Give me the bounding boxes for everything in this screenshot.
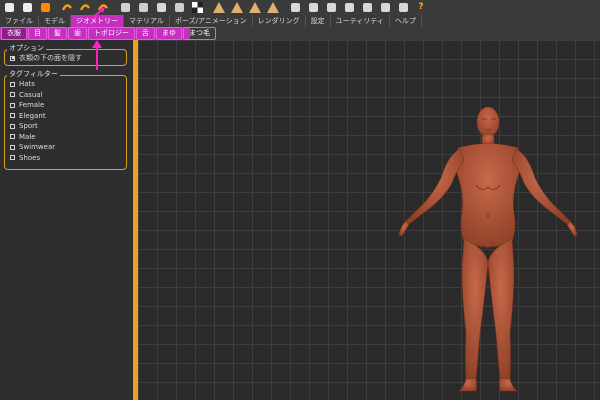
options-group: オプション 衣類の下の面を隠す	[4, 44, 127, 66]
tag-row-casual[interactable]: Casual	[5, 90, 126, 101]
tag-label: Sport	[19, 122, 38, 131]
subtab-7[interactable]: まつ毛	[183, 27, 216, 40]
undo-icon[interactable]	[60, 1, 74, 13]
menu-item-6[interactable]: 設定	[306, 15, 331, 27]
menu-item-5[interactable]: レンダリング	[253, 15, 306, 27]
menu-item-7[interactable]: ユーティリティ	[331, 15, 390, 27]
left-panel: オプション 衣類の下の面を隠す タグフィルター Hats Casual Female…	[0, 40, 133, 400]
sphere-icon[interactable]	[360, 1, 374, 13]
menu-item-4[interactable]: ポーズ/アニメーション	[170, 15, 253, 27]
subtab-6[interactable]: まゆ	[156, 27, 182, 40]
tag-label: Elegant	[19, 111, 46, 120]
leg-icon[interactable]	[342, 1, 356, 13]
tag-row-female[interactable]: Female	[5, 100, 126, 111]
tag-label: Casual	[19, 90, 43, 99]
tag-row-male[interactable]: Male	[5, 132, 126, 143]
tag-checkbox[interactable]	[10, 113, 15, 119]
geometry-subtabs: 衣服目髪歯トポロジー舌まゆ まつ毛	[0, 27, 216, 40]
file-icon[interactable]	[20, 1, 34, 13]
tag-label: Male	[19, 132, 36, 141]
tag-row-sport[interactable]: Sport	[5, 121, 126, 132]
subtab-5[interactable]: 舌	[136, 27, 155, 40]
save-icon[interactable]	[38, 1, 52, 13]
window-icon[interactable]	[2, 1, 16, 13]
tag-checkbox[interactable]	[10, 81, 15, 87]
tag-label: Swimwear	[19, 143, 56, 152]
figure-icon[interactable]	[154, 1, 168, 13]
subtab-3[interactable]: 歯	[68, 27, 87, 40]
tag-checkbox[interactable]	[10, 144, 15, 150]
camera-icon[interactable]	[396, 1, 410, 13]
smooth-icon[interactable]	[378, 1, 392, 13]
tag-filter-group: タグフィルター Hats Casual Female Elegant Sport Male…	[4, 70, 127, 170]
tag-checkbox[interactable]	[10, 134, 15, 140]
human-model[interactable]	[396, 103, 581, 393]
help-icon[interactable]: ?	[414, 1, 428, 13]
tag-label: Female	[19, 101, 45, 110]
subtab-4[interactable]: トポロジー	[88, 27, 135, 40]
tag-row-hats[interactable]: Hats	[5, 79, 126, 90]
subtab-0[interactable]: 衣服	[1, 27, 27, 40]
menu-item-8[interactable]: ヘルプ	[390, 15, 422, 27]
option-row[interactable]: 衣類の下の面を隠す	[5, 53, 126, 64]
menu-item-0[interactable]: ファイル	[0, 15, 39, 27]
tag-row-swimwear[interactable]: Swimwear	[5, 142, 126, 153]
options-title: オプション	[7, 44, 46, 53]
back-view-icon[interactable]	[248, 1, 262, 13]
front-view-icon[interactable]	[212, 1, 226, 13]
tag-filter-title: タグフィルター	[7, 70, 60, 79]
torso-icon[interactable]	[306, 1, 320, 13]
tag-row-elegant[interactable]: Elegant	[5, 111, 126, 122]
annotation-arrow-menu	[90, 7, 105, 20]
top-view-icon[interactable]	[266, 1, 280, 13]
tag-checkbox[interactable]	[10, 102, 15, 108]
arm-icon[interactable]	[324, 1, 338, 13]
head-icon[interactable]	[288, 1, 302, 13]
tag-checkbox[interactable]	[10, 123, 15, 129]
tag-label: Hats	[19, 80, 35, 89]
tag-label: Shoes	[19, 153, 41, 162]
subtab-1[interactable]: 目	[28, 27, 47, 40]
menu-item-3[interactable]: マテリアル	[124, 15, 170, 27]
tag-row-shoes[interactable]: Shoes	[5, 153, 126, 164]
option-label: 衣類の下の面を隠す	[19, 54, 82, 63]
sub-menu-bar: 衣服目髪歯トポロジー舌まゆ まつ毛	[0, 27, 600, 40]
menu-item-1[interactable]: モデル	[39, 15, 71, 27]
side-view-icon[interactable]	[230, 1, 244, 13]
subtab-2[interactable]: 髪	[48, 27, 67, 40]
tag-checkbox[interactable]	[10, 92, 15, 98]
mesh-icon[interactable]	[136, 1, 150, 13]
checker-icon[interactable]	[190, 1, 204, 13]
grid-icon[interactable]	[172, 1, 186, 13]
3d-viewport[interactable]	[138, 40, 600, 400]
tag-checkbox[interactable]	[10, 155, 15, 161]
pose-icon[interactable]	[118, 1, 132, 13]
hide-faces-checkbox[interactable]	[10, 55, 15, 61]
annotation-arrow-topology	[92, 40, 102, 70]
